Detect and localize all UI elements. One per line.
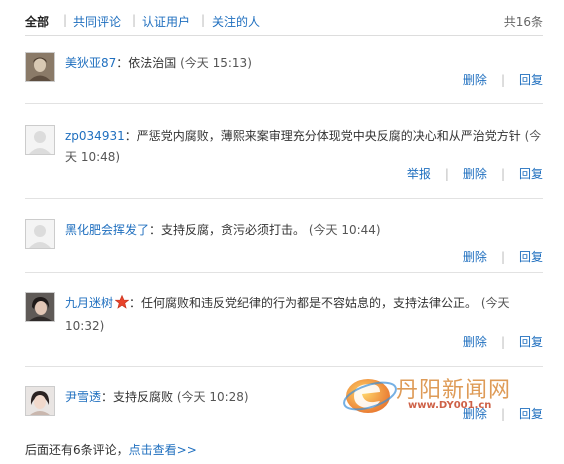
comment-username[interactable]: 美狄亚87: [65, 56, 116, 70]
action-separator: |: [444, 167, 449, 181]
avatar[interactable]: [25, 52, 55, 82]
tab-separator: |: [201, 13, 206, 27]
comment-time: (今天 10:28): [176, 390, 249, 404]
comment-username[interactable]: zp034931: [65, 129, 125, 143]
action-separator: |: [500, 250, 505, 264]
comment-count: 共16条: [503, 15, 543, 29]
star-badge-icon[interactable]: [114, 294, 130, 316]
filter-tabs: 全部 | 共同评论 | 认证用户 | 关注的人 共16条: [25, 10, 543, 32]
watermark-url: www.DY001.cn: [408, 400, 492, 411]
comment-username[interactable]: 九月迷树: [65, 296, 113, 310]
comment-text: ：支持反腐败: [101, 390, 177, 404]
comment-text: ：支持反腐，贪污必须打击。: [149, 223, 309, 237]
comment-divider: [25, 272, 543, 273]
tab-following[interactable]: 关注的人: [212, 13, 260, 30]
comment-divider: [25, 103, 543, 104]
comment-username[interactable]: 黑化肥会挥发了: [65, 223, 149, 237]
comment-text: ：任何腐败和违反党纪律的行为都是不容姑息的，支持法律公正。: [129, 296, 481, 310]
tab-all[interactable]: 全部: [25, 13, 49, 30]
comment-body: 黑化肥会挥发了：支持反腐，贪污必须打击。 (今天 10:44): [65, 220, 543, 241]
delete-link[interactable]: 删除: [463, 250, 487, 264]
tab-separator: |: [63, 13, 68, 27]
delete-link[interactable]: 删除: [463, 335, 487, 349]
reply-link[interactable]: 回复: [519, 250, 543, 264]
site-logo-icon: [343, 379, 397, 413]
comment-actions: 删除 | 回复: [463, 71, 543, 88]
comment-actions: 删除 | 回复: [463, 248, 543, 265]
comment-text: ：依法治国: [116, 56, 181, 70]
avatar[interactable]: [25, 386, 55, 416]
tabs-divider: [25, 35, 543, 36]
tab-verified-users[interactable]: 认证用户: [142, 13, 190, 30]
view-more-link[interactable]: 点击查看>>: [129, 443, 197, 457]
comment-username[interactable]: 尹雪透: [65, 390, 101, 404]
avatar[interactable]: [25, 219, 55, 249]
avatar[interactable]: [25, 292, 55, 322]
reply-link[interactable]: 回复: [519, 73, 543, 87]
delete-link[interactable]: 删除: [463, 73, 487, 87]
action-separator: |: [500, 335, 505, 349]
action-separator: |: [500, 167, 505, 181]
comment-actions: 删除 | 回复: [463, 333, 543, 350]
tab-separator: |: [132, 13, 137, 27]
comment-actions: 举报 | 删除 | 回复: [407, 165, 543, 182]
comment-time: (今天 15:13): [180, 56, 252, 70]
comment-body: zp034931：严惩党内腐败，薄熙来案审理充分体现党中央反腐的决心和从严治党方…: [65, 126, 543, 168]
comment-text: ：严惩党内腐败，薄熙来案审理充分体现党中央反腐的决心和从严治党方针: [124, 129, 525, 143]
avatar[interactable]: [25, 125, 55, 155]
comment-time: (今天 10:44): [308, 223, 381, 237]
site-watermark: 丹阳新闻网 www.DY001.cn: [340, 366, 564, 424]
reply-link[interactable]: 回复: [519, 335, 543, 349]
more-comments-text: 后面还有6条评论，: [25, 443, 129, 457]
comment-divider: [25, 198, 543, 199]
comment-body: 九月迷树 ：任何腐败和违反党纪律的行为都是不容姑息的，支持法律公正。 (今天 1…: [65, 293, 543, 337]
delete-link[interactable]: 删除: [463, 167, 487, 181]
reply-link[interactable]: 回复: [519, 167, 543, 181]
more-comments: 后面还有6条评论，点击查看>>: [25, 441, 197, 458]
action-separator: |: [500, 73, 505, 87]
tab-common-comments[interactable]: 共同评论: [73, 13, 121, 30]
report-link[interactable]: 举报: [407, 167, 431, 181]
